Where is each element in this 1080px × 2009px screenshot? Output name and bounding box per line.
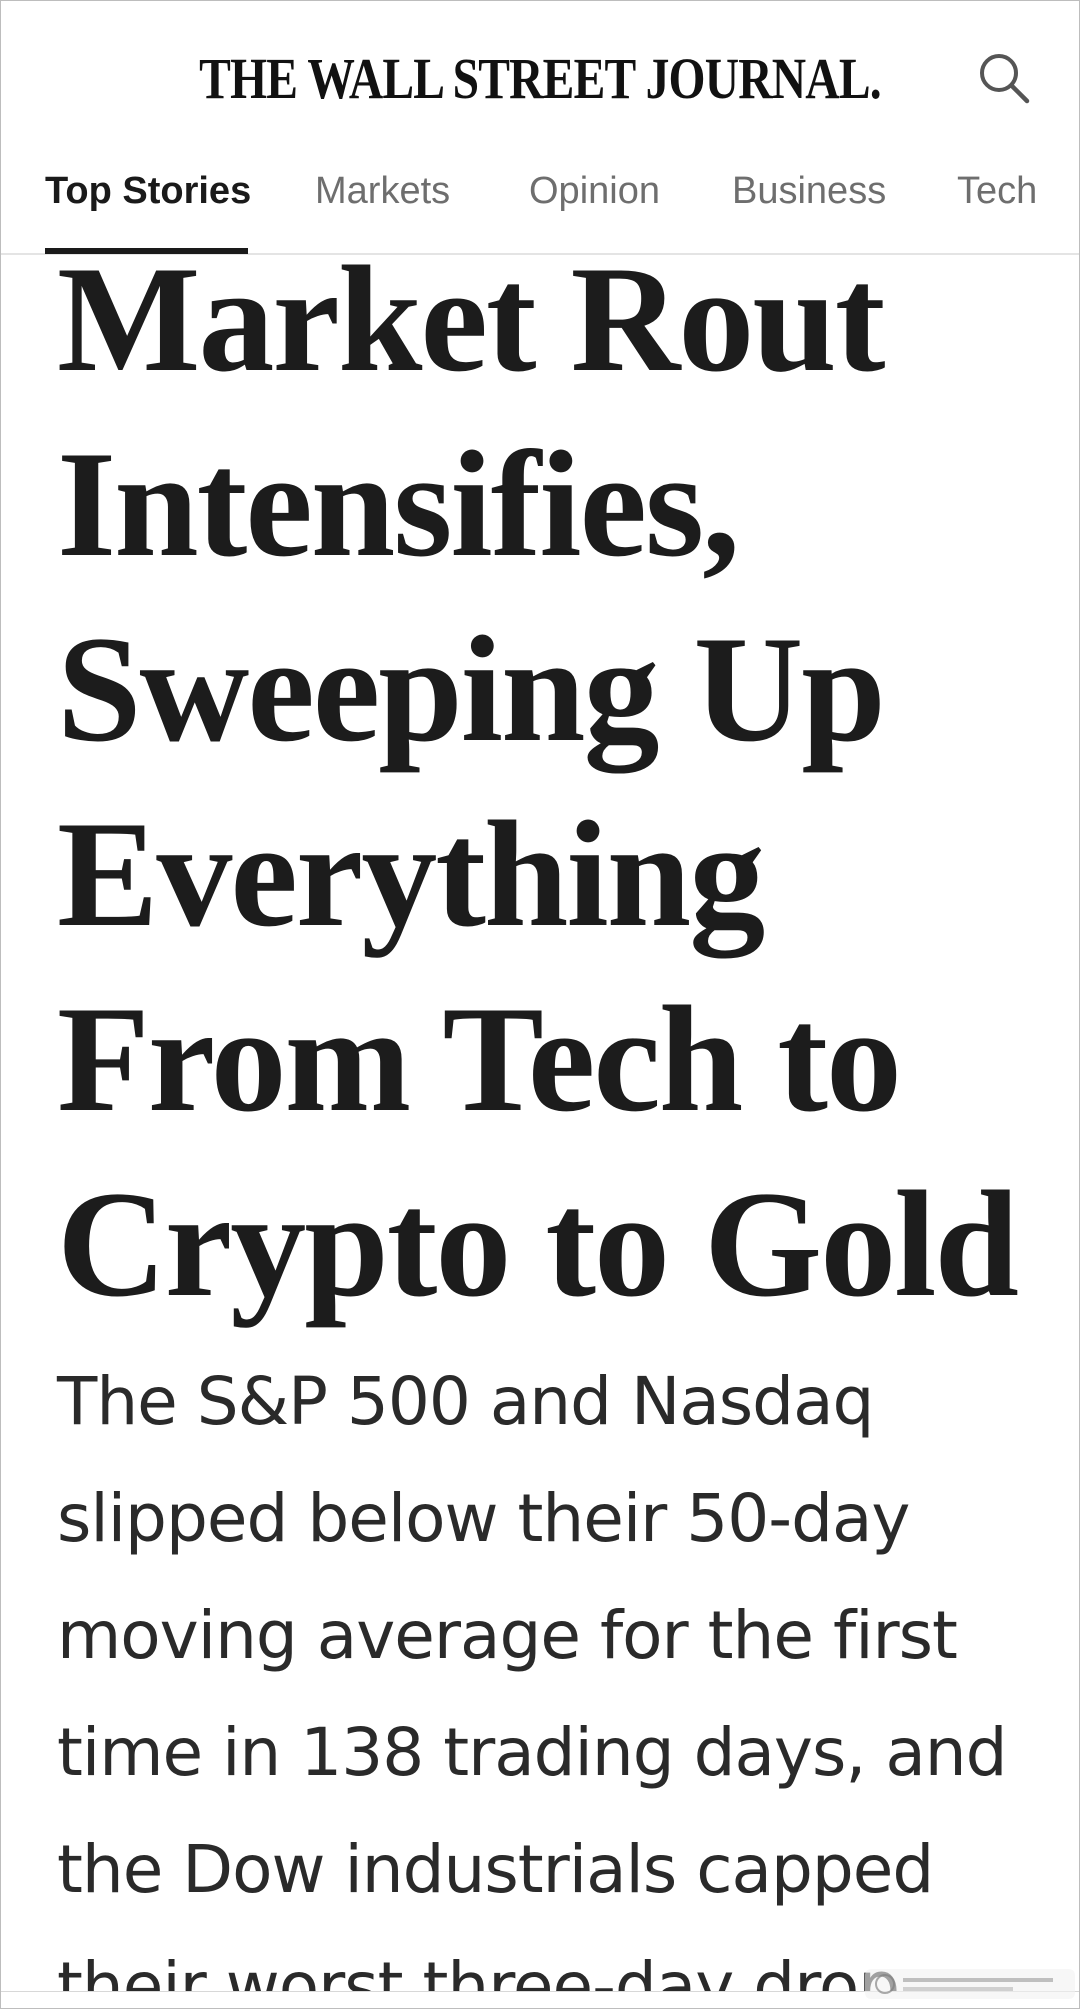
active-tab-indicator xyxy=(45,248,248,254)
app-frame: Market Rout Intensifies, Sweeping Up Eve… xyxy=(0,0,1080,2009)
tab-top-stories[interactable]: Top Stories xyxy=(45,170,251,230)
article-summary: The S&P 500 and Nasdaq slipped below the… xyxy=(57,1363,1008,2009)
search-button[interactable] xyxy=(971,45,1037,111)
article-headline[interactable]: Market Rout Intensifies, Sweeping Up Eve… xyxy=(57,227,1047,1337)
section-tabs: Top Stories Markets Opinion Business Tec… xyxy=(1,156,1079,255)
wsj-logo[interactable]: THE WALL STREET JOURNAL. xyxy=(98,45,982,112)
tab-markets[interactable]: Markets xyxy=(315,170,450,230)
search-icon xyxy=(980,54,1030,104)
watermark-icon xyxy=(865,1969,1075,1999)
tab-tech[interactable]: Tech xyxy=(957,170,1037,230)
masthead: THE WALL STREET JOURNAL. xyxy=(1,1,1079,156)
tab-business[interactable]: Business xyxy=(732,170,886,230)
tab-opinion[interactable]: Opinion xyxy=(529,170,660,230)
article: Market Rout Intensifies, Sweeping Up Eve… xyxy=(57,227,1047,2009)
